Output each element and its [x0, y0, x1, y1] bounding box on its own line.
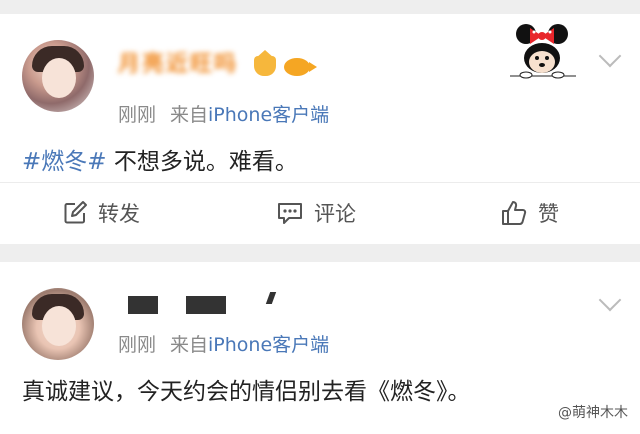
chevron-down-icon[interactable]	[598, 44, 622, 68]
hashtag-link[interactable]: #燃冬#	[22, 149, 107, 175]
avatar[interactable]	[22, 288, 94, 360]
redacted-username	[186, 296, 226, 314]
comment-label: 评论	[314, 202, 356, 226]
repost-button[interactable]: 转发	[62, 196, 140, 230]
avatar-face	[42, 58, 76, 98]
post-card: 月亮近旺吗 刚刚 来自iPhone客户端 #燃冬# 不想多说。难看。 转发 评论…	[0, 14, 640, 244]
username[interactable]: 月亮近旺吗	[118, 46, 238, 77]
edit-square-icon	[64, 201, 87, 224]
thumbs-up-icon	[502, 201, 527, 225]
avatar-face	[42, 306, 76, 346]
post-text: #燃冬# 不想多说。难看。	[22, 142, 298, 176]
comment-button[interactable]: 评论	[276, 196, 356, 230]
comment-bubble-icon	[278, 203, 302, 224]
like-label: 赞	[538, 202, 559, 226]
source-prefix: 来自	[170, 104, 209, 126]
like-button[interactable]: 赞	[500, 196, 559, 230]
post-meta: 刚刚 来自iPhone客户端	[118, 100, 329, 127]
post-text-body: 不想多说。难看。	[106, 149, 298, 175]
post-time: 刚刚	[118, 334, 157, 356]
repost-label: 转发	[98, 202, 140, 226]
avatar[interactable]	[22, 40, 94, 112]
redacted-username	[128, 296, 158, 314]
source-app[interactable]: iPhone客户端	[208, 334, 329, 356]
source-prefix: 来自	[170, 334, 209, 356]
post-card: 刚刚 来自iPhone客户端 真诚建议，今天约会的情侣别去看《燃冬》。	[0, 262, 640, 434]
chevron-down-icon[interactable]	[598, 288, 622, 312]
post-meta: 刚刚 来自iPhone客户端	[118, 330, 329, 357]
minnie-mouse-sticker-icon	[510, 24, 576, 79]
post-text: 真诚建议，今天约会的情侣别去看《燃冬》。	[22, 379, 471, 405]
source-app[interactable]: iPhone客户端	[208, 104, 329, 126]
crown-badge-icon	[254, 50, 276, 76]
divider	[0, 182, 640, 183]
redacted-username	[265, 292, 277, 304]
fish-badge-icon	[284, 58, 317, 76]
watermark: @萌神木木	[558, 405, 628, 421]
post-time: 刚刚	[118, 104, 157, 126]
